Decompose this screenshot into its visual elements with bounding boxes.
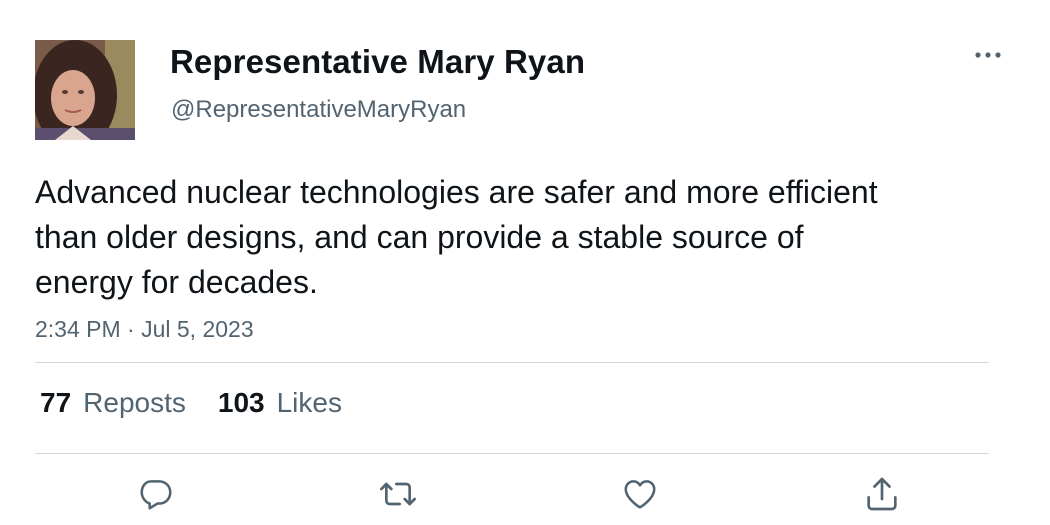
tweet-text: Advanced nuclear technologies are safer … [35,174,878,300]
reposts-stat[interactable]: 77 Reposts [40,387,186,419]
likes-label: Likes [276,387,342,418]
reply-icon [140,480,172,510]
reply-button[interactable] [136,474,176,514]
timestamp[interactable]: 2:34 PM · Jul 5, 2023 [35,316,254,343]
likes-stat[interactable]: 103 Likes [218,387,342,419]
share-icon [867,477,897,511]
engagement-stats: 77 Reposts 103 Likes [40,387,342,419]
handle[interactable]: @RepresentativeMaryRyan [171,96,466,124]
like-button[interactable] [620,474,660,514]
avatar[interactable] [35,40,135,140]
repost-button[interactable] [378,474,418,514]
more-dots-icon [975,52,1001,58]
divider-top [35,362,989,363]
share-button[interactable] [862,474,902,514]
avatar-photo-icon [35,40,135,140]
heart-icon [624,480,656,509]
reposts-label: Reposts [83,387,186,418]
more-options-button[interactable] [970,40,1006,70]
reposts-count: 77 [40,387,72,418]
divider-bottom [35,453,989,454]
tweet-card: Representative Mary Ryan @Representative… [0,0,1050,525]
display-name[interactable]: Representative Mary Ryan [170,43,585,81]
repost-icon [380,482,416,506]
likes-count: 103 [217,387,265,418]
